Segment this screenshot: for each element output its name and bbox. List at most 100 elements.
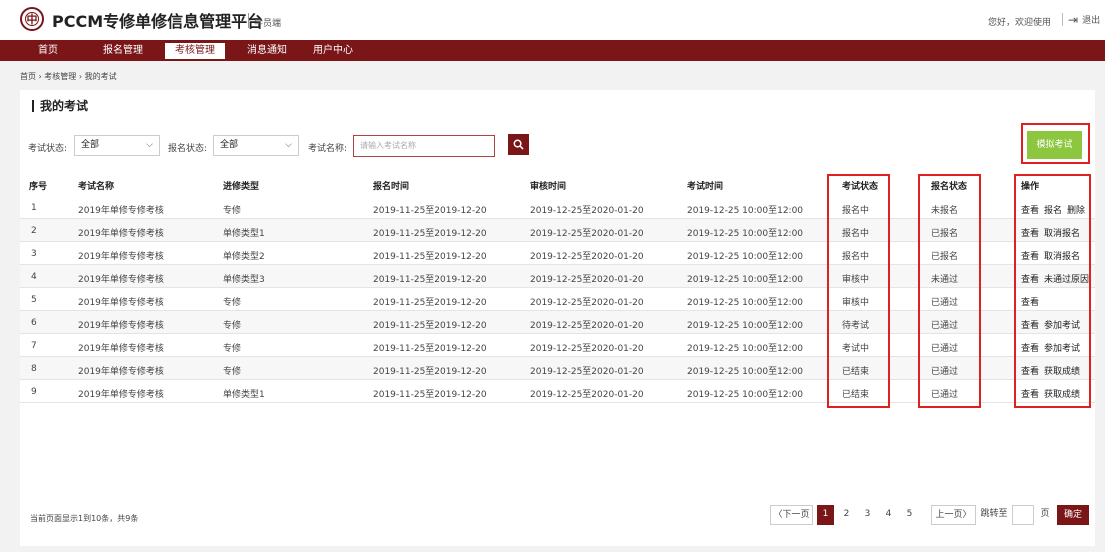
- nav-item-home[interactable]: 首页: [28, 43, 68, 59]
- cell-exam-time: 2019-12-25 10:00至12:00: [687, 321, 804, 331]
- page-5-button[interactable]: 5: [901, 505, 918, 525]
- cell-exam-time: 2019-12-25 10:00至12:00: [687, 344, 804, 354]
- cell-reg-time: 2019-11-25至2019-12-20: [373, 321, 487, 331]
- cell-type: 单修类型2: [223, 252, 265, 262]
- cell-no: 2: [31, 226, 37, 236]
- cell-audit-time: 2019-12-25至2020-01-20: [530, 344, 644, 354]
- cell-no: 4: [31, 272, 37, 282]
- logout-icon: ⇥: [1068, 12, 1079, 27]
- highlight-box-exam-status: [827, 174, 890, 408]
- cell-name: 2019年单修专修考核: [78, 252, 164, 262]
- col-header-no: 序号: [29, 182, 48, 192]
- cell-name: 2019年单修专修考核: [78, 206, 164, 216]
- app-subtitle: 学员端: [254, 19, 282, 29]
- main-panel: 我的考试 考试状态: 全部 ⌵ 报名状态: 全部 ⌵ 考试名称: 请输入考试名称…: [20, 90, 1095, 546]
- reg-status-label: 报名状态:: [168, 144, 208, 154]
- greeting-text: 您好，欢迎使用: [988, 18, 1052, 28]
- col-header-exam-time: 考试时间: [687, 182, 724, 192]
- cell-reg-time: 2019-11-25至2019-12-20: [373, 229, 487, 239]
- cell-name: 2019年单修专修考核: [78, 298, 164, 308]
- cell-reg-time: 2019-11-25至2019-12-20: [373, 390, 487, 400]
- cell-reg-time: 2019-11-25至2019-12-20: [373, 298, 487, 308]
- jump-page-input[interactable]: [1012, 505, 1034, 525]
- search-button[interactable]: [508, 134, 529, 155]
- cell-type: 专修: [223, 344, 242, 354]
- cell-audit-time: 2019-12-25至2020-01-20: [530, 298, 644, 308]
- reg-status-value: 全部: [220, 140, 239, 150]
- cell-audit-time: 2019-12-25至2020-01-20: [530, 206, 644, 216]
- cell-exam-time: 2019-12-25 10:00至12:00: [687, 252, 804, 262]
- mock-exam-button[interactable]: 模拟考试: [1027, 131, 1082, 159]
- confirm-jump-button[interactable]: 确定: [1057, 505, 1089, 525]
- title-divider: [248, 13, 249, 28]
- breadcrumb: 首页 › 考核管理 › 我的考试: [20, 72, 117, 81]
- cell-audit-time: 2019-12-25至2020-01-20: [530, 390, 644, 400]
- page-4-button[interactable]: 4: [880, 505, 897, 525]
- page-2-button[interactable]: 2: [838, 505, 855, 525]
- jump-label: 跳转至: [980, 509, 1008, 519]
- cell-no: 3: [31, 249, 37, 259]
- logo-icon: 中: [20, 7, 44, 31]
- page-1-button[interactable]: 1: [817, 505, 834, 525]
- cell-exam-time: 2019-12-25 10:00至12:00: [687, 367, 804, 377]
- header-divider: [1062, 13, 1063, 26]
- cell-reg-time: 2019-11-25至2019-12-20: [373, 252, 487, 262]
- cell-no: 1: [31, 203, 37, 213]
- cell-name: 2019年单修专修考核: [78, 367, 164, 377]
- cell-name: 2019年单修专修考核: [78, 390, 164, 400]
- cell-name: 2019年单修专修考核: [78, 275, 164, 285]
- exam-name-input[interactable]: 请输入考试名称: [353, 135, 495, 157]
- cell-exam-time: 2019-12-25 10:00至12:00: [687, 229, 804, 239]
- nav-item-user-center[interactable]: 用户中心: [303, 43, 363, 59]
- cell-type: 专修: [223, 206, 242, 216]
- cell-name: 2019年单修专修考核: [78, 344, 164, 354]
- chevron-down-icon: ⌵: [285, 140, 292, 150]
- highlight-box-actions: [1014, 174, 1091, 408]
- logout-button[interactable]: ⇥ 退出: [1068, 12, 1101, 27]
- cell-audit-time: 2019-12-25至2020-01-20: [530, 252, 644, 262]
- exam-name-label: 考试名称:: [308, 144, 348, 154]
- cell-exam-time: 2019-12-25 10:00至12:00: [687, 275, 804, 285]
- cell-no: 8: [31, 364, 37, 374]
- cell-no: 6: [31, 318, 37, 328]
- cell-name: 2019年单修专修考核: [78, 229, 164, 239]
- cell-reg-time: 2019-11-25至2019-12-20: [373, 344, 487, 354]
- search-icon: [513, 139, 524, 150]
- cell-no: 7: [31, 341, 37, 351]
- page-3-button[interactable]: 3: [859, 505, 876, 525]
- cell-audit-time: 2019-12-25至2020-01-20: [530, 229, 644, 239]
- highlight-box-reg-status: [918, 174, 981, 408]
- cell-reg-time: 2019-11-25至2019-12-20: [373, 206, 487, 216]
- cell-reg-time: 2019-11-25至2019-12-20: [373, 275, 487, 285]
- cell-audit-time: 2019-12-25至2020-01-20: [530, 321, 644, 331]
- col-header-reg-time: 报名时间: [373, 182, 410, 192]
- exam-status-select[interactable]: 全部 ⌵: [74, 135, 160, 156]
- nav-item-registration[interactable]: 报名管理: [93, 43, 153, 59]
- cell-exam-time: 2019-12-25 10:00至12:00: [687, 298, 804, 308]
- app-title: PCCM专修单修信息管理平台: [52, 12, 264, 31]
- col-header-name: 考试名称: [78, 182, 115, 192]
- nav-item-assessment[interactable]: 考核管理: [165, 43, 225, 59]
- chevron-down-icon: ⌵: [146, 140, 153, 150]
- cell-type: 单修类型3: [223, 275, 265, 285]
- exam-status-value: 全部: [81, 140, 100, 150]
- prev-page-button[interactable]: 上一页〉: [931, 505, 976, 525]
- cell-audit-time: 2019-12-25至2020-01-20: [530, 275, 644, 285]
- cell-name: 2019年单修专修考核: [78, 321, 164, 331]
- cell-type: 单修类型1: [223, 390, 265, 400]
- cell-no: 5: [31, 295, 37, 305]
- next-page-button[interactable]: 〈下一页: [770, 505, 813, 525]
- cell-exam-time: 2019-12-25 10:00至12:00: [687, 206, 804, 216]
- cell-type: 专修: [223, 367, 242, 377]
- nav-item-messages[interactable]: 消息通知: [237, 43, 297, 59]
- pagination-info: 当前页面显示1到10条，共9条: [30, 514, 139, 523]
- cell-type: 单修类型1: [223, 229, 265, 239]
- exam-status-label: 考试状态:: [28, 144, 68, 154]
- header: 中 PCCM专修单修信息管理平台 学员端 您好，欢迎使用 ⇥ 退出: [0, 0, 1105, 40]
- main-nav: 首页 报名管理 考核管理 消息通知 用户中心: [0, 40, 1105, 61]
- col-header-audit-time: 审核时间: [530, 182, 567, 192]
- cell-no: 9: [31, 387, 37, 397]
- col-header-type: 进修类型: [223, 182, 260, 192]
- logout-label: 退出: [1082, 16, 1101, 26]
- reg-status-select[interactable]: 全部 ⌵: [213, 135, 299, 156]
